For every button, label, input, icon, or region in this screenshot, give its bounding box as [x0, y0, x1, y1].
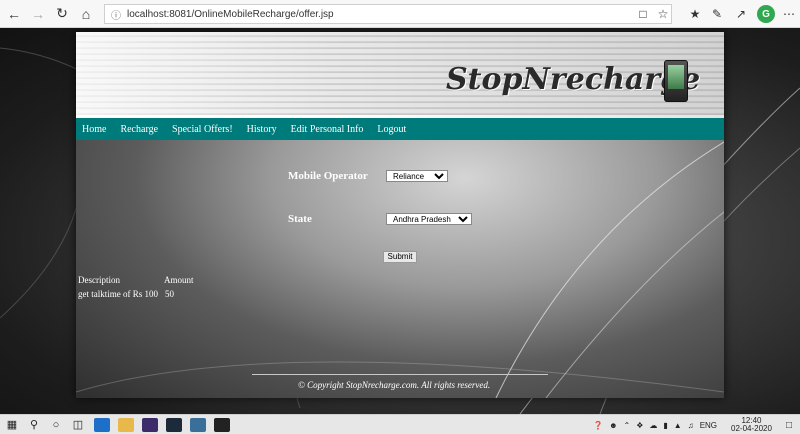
mobile-phone-icon	[664, 60, 688, 102]
profile-avatar[interactable]: G	[757, 5, 775, 23]
share-icon[interactable]: ↗	[732, 5, 750, 23]
search-icon[interactable]: ⚲	[24, 416, 44, 434]
table-header-amount: Amount	[164, 275, 194, 285]
task-view-icon[interactable]: ◫	[68, 416, 88, 434]
menu-recharge[interactable]: Recharge	[120, 124, 158, 135]
file-explorer-icon[interactable]	[118, 417, 134, 432]
forward-arrow-icon[interactable]: →	[26, 2, 50, 26]
app-icon[interactable]	[190, 417, 206, 432]
footer-divider	[252, 374, 548, 375]
menu-special-offers[interactable]: Special Offers!	[172, 124, 233, 135]
info-icon[interactable]: ⓘ	[111, 7, 121, 22]
address-bar[interactable]: ⓘ localhost:8081/OnlineMobileRecharge/of…	[104, 4, 672, 24]
table-cell-description: get talktime of Rs 100	[78, 289, 158, 299]
submit-button[interactable]: Submit	[383, 251, 417, 263]
cortana-icon[interactable]: ○	[46, 416, 66, 434]
command-prompt-icon[interactable]	[214, 417, 230, 432]
refresh-icon[interactable]: ↻	[50, 2, 74, 26]
dropbox-icon[interactable]: ❖	[636, 421, 643, 430]
home-icon[interactable]: ⌂	[74, 2, 98, 26]
table-header-description: Description	[78, 275, 120, 285]
show-hidden-icons-icon[interactable]: ⌃	[623, 421, 630, 430]
favorite-star-icon[interactable]: ☆	[654, 5, 672, 23]
site-logo: StopNrecharge	[446, 62, 701, 97]
state-select[interactable]: Andhra Pradesh	[386, 213, 472, 225]
pen-icon[interactable]: ✎	[708, 5, 726, 23]
menu-edit-personal-info[interactable]: Edit Personal Info	[291, 124, 364, 135]
main-menu: Home Recharge Special Offers! History Ed…	[76, 118, 724, 140]
language-indicator[interactable]: ENG	[700, 421, 717, 430]
help-icon[interactable]: ❓	[593, 421, 603, 430]
onedrive-icon[interactable]: ☁	[649, 421, 657, 430]
favorites-bar-icon[interactable]: ★	[686, 5, 704, 23]
edge-browser-icon[interactable]	[94, 417, 110, 432]
network-icon[interactable]: ▲	[674, 421, 682, 430]
people-icon[interactable]: ☻	[609, 421, 617, 430]
menu-home[interactable]: Home	[82, 124, 106, 135]
terminal-icon[interactable]	[166, 417, 182, 432]
menu-logout[interactable]: Logout	[377, 124, 406, 135]
page-viewport: StopNrecharge Home Recharge Special Offe…	[0, 28, 800, 414]
mobile-operator-label: Mobile Operator	[288, 170, 368, 182]
table-cell-amount: 50	[165, 289, 174, 299]
eclipse-icon[interactable]	[142, 417, 158, 432]
clock-date: 02-04-2020	[731, 424, 772, 433]
mobile-operator-select[interactable]: Reliance	[386, 170, 448, 182]
state-label: State	[288, 213, 312, 225]
address-url: localhost:8081/OnlineMobileRecharge/offe…	[127, 8, 334, 20]
windows-start-icon[interactable]: ▦	[2, 416, 22, 434]
windows-taskbar: ▦ ⚲ ○ ◫ ❓ ☻ ⌃ ❖ ☁ ▮ ▲ ♫ ENG 12:40 02-04-…	[0, 414, 800, 434]
site-footer: © Copyright StopNrecharge.com. All right…	[298, 380, 491, 390]
notifications-icon[interactable]: □	[786, 420, 792, 431]
system-tray: ❓ ☻ ⌃ ❖ ☁ ▮ ▲ ♫ ENG 12:40 02-04-2020 □	[590, 415, 800, 434]
battery-icon[interactable]: ▮	[663, 421, 667, 430]
menu-history[interactable]: History	[247, 124, 277, 135]
system-clock[interactable]: 12:40 02-04-2020	[728, 417, 775, 433]
back-arrow-icon[interactable]: ←	[2, 2, 26, 26]
more-menu-icon[interactable]: ⋯	[780, 5, 798, 23]
volume-icon[interactable]: ♫	[688, 421, 694, 430]
browser-toolbar: ← → ↻ ⌂ ⓘ localhost:8081/OnlineMobileRec…	[0, 0, 800, 28]
website-container: StopNrecharge Home Recharge Special Offe…	[76, 32, 724, 398]
reading-view-icon[interactable]: □	[634, 5, 652, 23]
site-banner: StopNrecharge	[76, 32, 724, 118]
